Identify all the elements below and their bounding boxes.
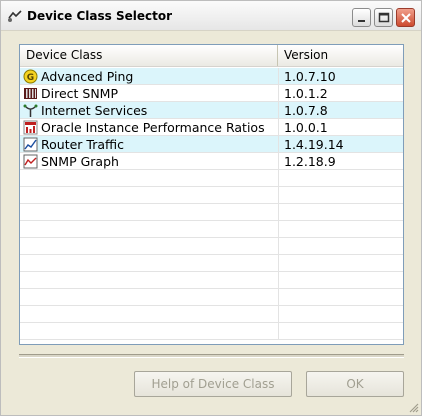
row-version: 1.0.1.2 — [284, 86, 328, 101]
svg-text:G: G — [27, 73, 34, 83]
row-class-name: Direct SNMP — [41, 86, 119, 101]
list-row-oracle-instance-performance-ratios[interactable]: Oracle Instance Performance Ratios 1.0.0… — [20, 119, 403, 136]
empty-row — [20, 255, 403, 272]
row-class-name: Oracle Instance Performance Ratios — [41, 120, 265, 135]
device-class-selector-window: Device Class Selector Device Class Versi… — [0, 0, 422, 416]
list-row-snmp-graph[interactable]: SNMP Graph 1.2.18.9 — [20, 153, 403, 170]
device-class-list[interactable]: Device Class Version G Advanced Ping 1.0… — [19, 44, 404, 345]
minimize-button[interactable] — [352, 8, 371, 27]
row-version: 1.0.7.10 — [284, 69, 336, 84]
list-row-direct-snmp[interactable]: Direct SNMP 1.0.1.2 — [20, 85, 403, 102]
row-version: 1.2.18.9 — [284, 154, 336, 169]
router-traffic-icon — [23, 137, 38, 152]
empty-row — [20, 289, 403, 306]
list-row-advanced-ping[interactable]: G Advanced Ping 1.0.7.10 — [20, 68, 403, 85]
empty-row — [20, 170, 403, 187]
empty-row — [20, 238, 403, 255]
help-of-device-class-button[interactable]: Help of Device Class — [134, 371, 292, 397]
advanced-ping-icon: G — [23, 69, 38, 84]
list-row-router-traffic[interactable]: Router Traffic 1.4.19.14 — [20, 136, 403, 153]
close-icon — [401, 13, 411, 23]
internet-services-icon — [23, 104, 38, 117]
minimize-icon — [358, 20, 365, 22]
row-version: 1.0.7.8 — [284, 103, 328, 118]
maximize-icon — [378, 12, 390, 23]
column-header-device-class[interactable]: Device Class — [20, 45, 278, 66]
direct-snmp-icon — [24, 88, 37, 99]
row-class-name: Router Traffic — [41, 137, 124, 152]
app-icon — [8, 10, 22, 22]
empty-row — [20, 323, 403, 340]
close-button[interactable] — [396, 8, 415, 27]
oracle-icon — [23, 120, 38, 135]
column-header-version[interactable]: Version — [278, 45, 403, 66]
list-header: Device Class Version — [20, 45, 403, 67]
empty-row — [20, 306, 403, 323]
empty-row — [20, 187, 403, 204]
row-class-name: Internet Services — [41, 103, 148, 118]
empty-row — [20, 221, 403, 238]
list-rows: G Advanced Ping 1.0.7.10 Direct SNMP 1.0… — [20, 68, 403, 340]
maximize-button[interactable] — [374, 8, 393, 27]
resize-grip-icon[interactable] — [407, 401, 419, 413]
window-title: Device Class Selector — [27, 9, 172, 23]
title-bar[interactable]: Device Class Selector — [1, 1, 421, 31]
ok-button[interactable]: OK — [306, 371, 404, 397]
list-row-internet-services[interactable]: Internet Services 1.0.7.8 — [20, 102, 403, 119]
row-version: 1.4.19.14 — [284, 137, 344, 152]
row-class-name: Advanced Ping — [41, 69, 134, 84]
snmp-graph-icon — [23, 154, 38, 169]
row-version: 1.0.0.1 — [284, 120, 328, 135]
row-class-name: SNMP Graph — [41, 154, 119, 169]
empty-row — [20, 204, 403, 221]
horizontal-divider — [19, 354, 404, 358]
empty-row — [20, 272, 403, 289]
